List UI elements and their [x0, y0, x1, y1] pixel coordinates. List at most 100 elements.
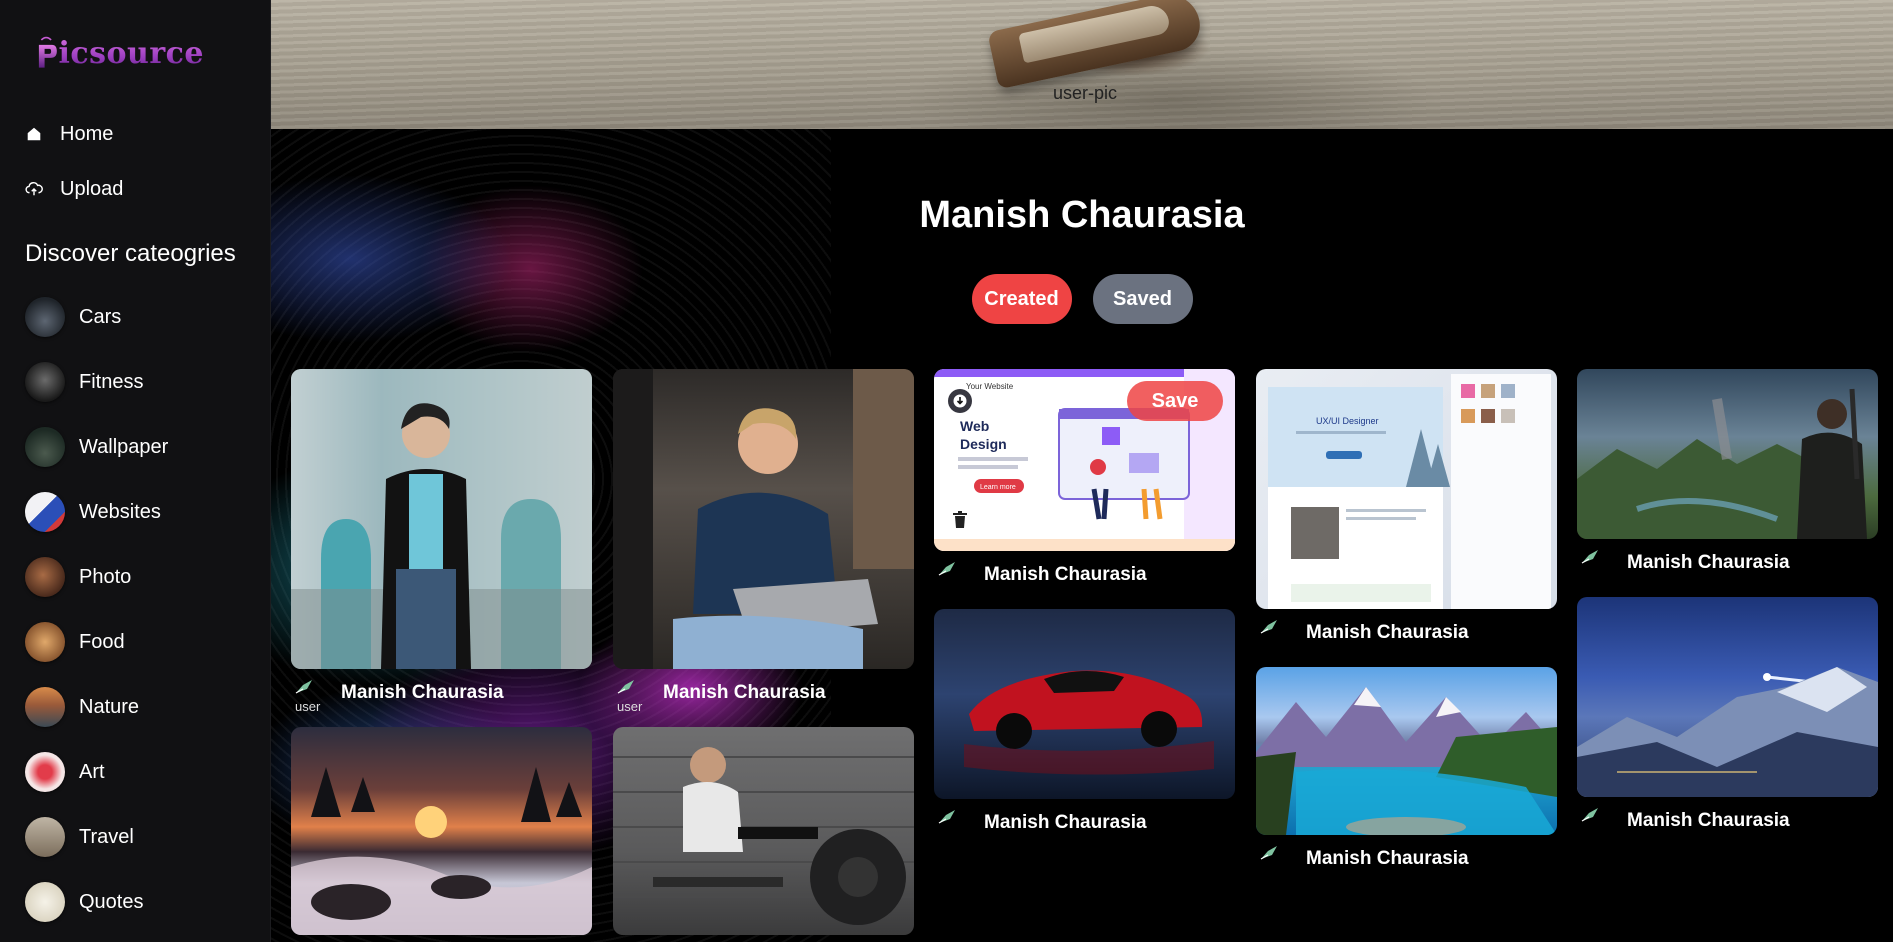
pin-column-2: user Manish Chaurasia — [613, 369, 914, 935]
game-landscape-photo — [1577, 388, 1867, 539]
profile-name: Manish Chaurasia — [919, 194, 1245, 236]
category-label: Nature — [79, 695, 140, 718]
sidebar: icsource Home Upload Discover cateogries… — [0, 0, 271, 942]
category-websites[interactable]: Websites — [25, 491, 168, 533]
category-thumbnail — [25, 492, 65, 532]
pin-meta: Manish Chaurasia — [934, 551, 1235, 609]
pin-meta: user Manish Chaurasia — [613, 669, 914, 727]
pin-meta: Manish Chaurasia — [1577, 539, 1878, 597]
svg-text:Your Website: Your Website — [966, 382, 1014, 391]
category-label: Photo — [79, 565, 132, 588]
category-thumbnail — [25, 687, 65, 727]
brand-logo-icon — [38, 36, 57, 68]
pin-image[interactable]: Your Website Web Design Learn more Save — [934, 369, 1235, 551]
broken-avatar-icon — [295, 680, 312, 694]
pin-author[interactable]: Manish Chaurasia — [663, 682, 826, 704]
svg-text:Learn more: Learn more — [980, 484, 1016, 491]
category-thumbnail — [25, 752, 65, 792]
category-label: Wallpaper — [79, 435, 169, 458]
broken-avatar-icon — [938, 810, 955, 824]
category-label: Cars — [79, 305, 122, 328]
pin-author[interactable]: Manish Chaurasia — [1306, 848, 1469, 870]
pin-author[interactable]: Manish Chaurasia — [984, 812, 1147, 834]
pin-image[interactable] — [1577, 369, 1878, 539]
svg-text:UX/UI Designer: UX/UI Designer — [1316, 416, 1379, 426]
pin-image[interactable] — [1256, 667, 1557, 835]
category-thumbnail — [25, 427, 65, 467]
app-root: icsource Home Upload Discover cateogries… — [0, 0, 1893, 942]
category-thumbnail — [25, 297, 65, 337]
broken-avatar-icon — [938, 562, 955, 576]
main-nav: Home Upload — [25, 118, 123, 228]
avatar-alt-text: user — [617, 699, 643, 714]
category-thumbnail — [25, 817, 65, 857]
broken-avatar-icon — [1581, 808, 1598, 822]
pin-image[interactable] — [934, 609, 1235, 799]
category-label: Travel — [79, 825, 134, 848]
category-food[interactable]: Food — [25, 621, 168, 663]
pin-meta: user Manish Chaurasia — [291, 669, 592, 727]
save-button[interactable]: Save — [1127, 381, 1223, 421]
pin-image[interactable] — [291, 727, 592, 935]
pin-meta: Manish Chaurasia — [1256, 609, 1557, 667]
rowing-man-photo — [613, 747, 914, 925]
category-label: Fitness — [79, 370, 144, 393]
discover-title: Discover cateogries — [25, 240, 236, 267]
night-mountain-photo — [1577, 667, 1878, 797]
avatar-alt-text: user — [295, 699, 321, 714]
pin-author[interactable]: Manish Chaurasia — [1627, 810, 1790, 832]
category-thumbnail — [25, 882, 65, 922]
pin-author[interactable]: Manish Chaurasia — [341, 682, 504, 704]
tab-created[interactable]: Created — [971, 274, 1072, 324]
portrait-photo — [291, 369, 592, 669]
profile-tabs: Created Saved — [271, 274, 1893, 324]
category-thumbnail — [25, 622, 65, 662]
home-icon — [27, 127, 41, 141]
nav-upload[interactable]: Upload — [25, 173, 123, 205]
category-thumbnail — [25, 362, 65, 402]
pin-meta: Manish Chaurasia — [1577, 797, 1878, 855]
pin-image[interactable]: UX/UI Designer — [1256, 369, 1557, 609]
delete-icon[interactable] — [952, 511, 968, 529]
broken-avatar-icon — [1260, 620, 1277, 634]
profile-main: user-pic Manish Chaurasia Created Saved — [271, 0, 1893, 942]
pin-column-4: UX/UI Designer Manish Chaurasia Manish C… — [1256, 369, 1557, 893]
mountain-lake-photo — [1256, 687, 1557, 835]
category-label: Websites — [79, 500, 161, 523]
category-photo[interactable]: Photo — [25, 556, 168, 598]
pin-meta: Manish Chaurasia — [1256, 835, 1557, 893]
pin-author[interactable]: Manish Chaurasia — [1627, 552, 1790, 574]
category-art[interactable]: Art — [25, 751, 168, 793]
broken-avatar-icon — [1581, 550, 1598, 564]
category-label: Art — [79, 760, 105, 783]
download-button[interactable] — [948, 389, 972, 413]
upload-cloud-icon — [25, 181, 43, 196]
brand-logo[interactable]: icsource — [34, 28, 204, 78]
portfolio-site-screenshot: UX/UI Designer — [1268, 374, 1551, 609]
pin-image[interactable] — [613, 727, 914, 935]
broken-avatar-icon — [617, 680, 634, 694]
pin-image[interactable] — [291, 369, 592, 669]
download-icon — [953, 394, 967, 408]
category-thumbnail — [25, 557, 65, 597]
pin-image[interactable] — [1577, 597, 1878, 797]
broken-avatar-icon — [1260, 846, 1277, 860]
pin-author[interactable]: Manish Chaurasia — [1306, 622, 1469, 644]
cover-alt-text: user-pic — [1053, 83, 1118, 103]
category-travel[interactable]: Travel — [25, 816, 168, 858]
category-quotes[interactable]: Quotes — [25, 881, 168, 923]
nav-home[interactable]: Home — [25, 118, 123, 150]
category-label: Food — [79, 630, 125, 653]
category-nature[interactable]: Nature — [25, 686, 168, 728]
pin-author[interactable]: Manish Chaurasia — [984, 564, 1147, 586]
pin-image[interactable] — [613, 369, 914, 669]
category-label: Quotes — [79, 890, 144, 913]
red-car-photo — [964, 670, 1214, 775]
category-fitness[interactable]: Fitness — [25, 361, 168, 403]
tab-saved[interactable]: Saved — [1092, 274, 1193, 324]
category-wallpaper[interactable]: Wallpaper — [25, 426, 168, 468]
cover-image: user-pic — [271, 0, 1893, 129]
svg-text:Web: Web — [960, 418, 989, 434]
category-cars[interactable]: Cars — [25, 296, 168, 338]
pin-column-3: Your Website Web Design Learn more Save … — [934, 369, 1235, 857]
